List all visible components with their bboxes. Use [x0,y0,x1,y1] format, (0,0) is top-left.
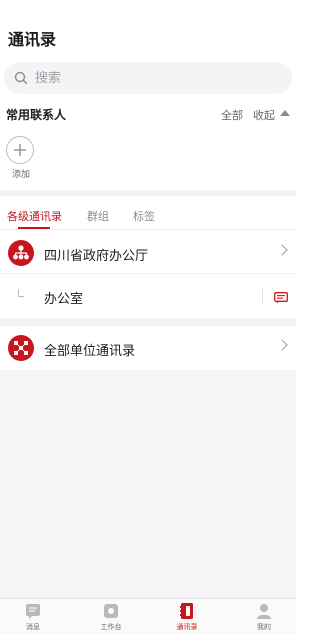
chevron-right-icon [276,339,288,351]
plus-icon[interactable] [6,136,34,164]
favorites-title: 常用联系人 [6,108,67,122]
workbench-icon [102,602,120,620]
search-input[interactable] [35,70,255,86]
org-root-label: 四川省政府办公厅 [44,249,149,264]
favorites-collapse-link[interactable]: 收起 [253,107,275,123]
nav-label: 通讯录 [176,623,198,631]
active-tab-indicator [18,227,50,229]
section-divider [0,190,296,196]
chevron-right-icon [276,244,288,256]
collapse-up-icon[interactable] [280,110,290,116]
search-icon [14,71,28,85]
network-icon [8,335,34,361]
message-icon [24,602,42,620]
org-child-label: 办公室 [44,292,84,307]
nav-workbench[interactable]: 工作台 [91,602,131,632]
org-row-child[interactable]: 办公室 [0,275,296,317]
nav-label: 工作台 [100,623,122,631]
tab-groups[interactable]: 群组 [87,208,109,224]
org-tree-icon [8,240,34,266]
tree-branch-icon [18,289,24,297]
favorites-all-link[interactable]: 全部 [221,107,243,123]
all-units-row[interactable]: 全部单位通讯录 [0,327,296,369]
search-bar[interactable] [4,62,292,94]
add-contact-button[interactable]: 添加 [6,136,34,180]
favorites-header: 常用联系人 全部 收起 [0,104,296,124]
bottom-nav: 消息 工作台 通讯录 我的 [0,598,296,634]
chat-icon[interactable] [274,289,288,304]
all-units-label: 全部单位通讯录 [44,344,136,359]
nav-contacts[interactable]: 通讯录 [167,602,207,632]
org-row-root[interactable]: 四川省政府办公厅 [0,232,296,274]
contacts-tabs: 各级通讯录 群组 标签 [0,200,296,230]
row-separator [262,287,263,305]
section-divider [0,318,296,326]
contacts-icon [178,602,196,620]
page-title: 通讯录 [8,30,57,49]
nav-profile[interactable]: 我的 [244,602,284,632]
nav-label: 消息 [26,623,40,631]
nav-messages[interactable]: 消息 [13,602,53,632]
tab-all-levels[interactable]: 各级通讯录 [7,208,62,224]
nav-label: 我的 [257,623,271,631]
add-contact-label: 添加 [11,170,30,180]
empty-area [0,370,296,598]
tab-tags[interactable]: 标签 [133,208,155,224]
profile-icon [255,602,273,620]
